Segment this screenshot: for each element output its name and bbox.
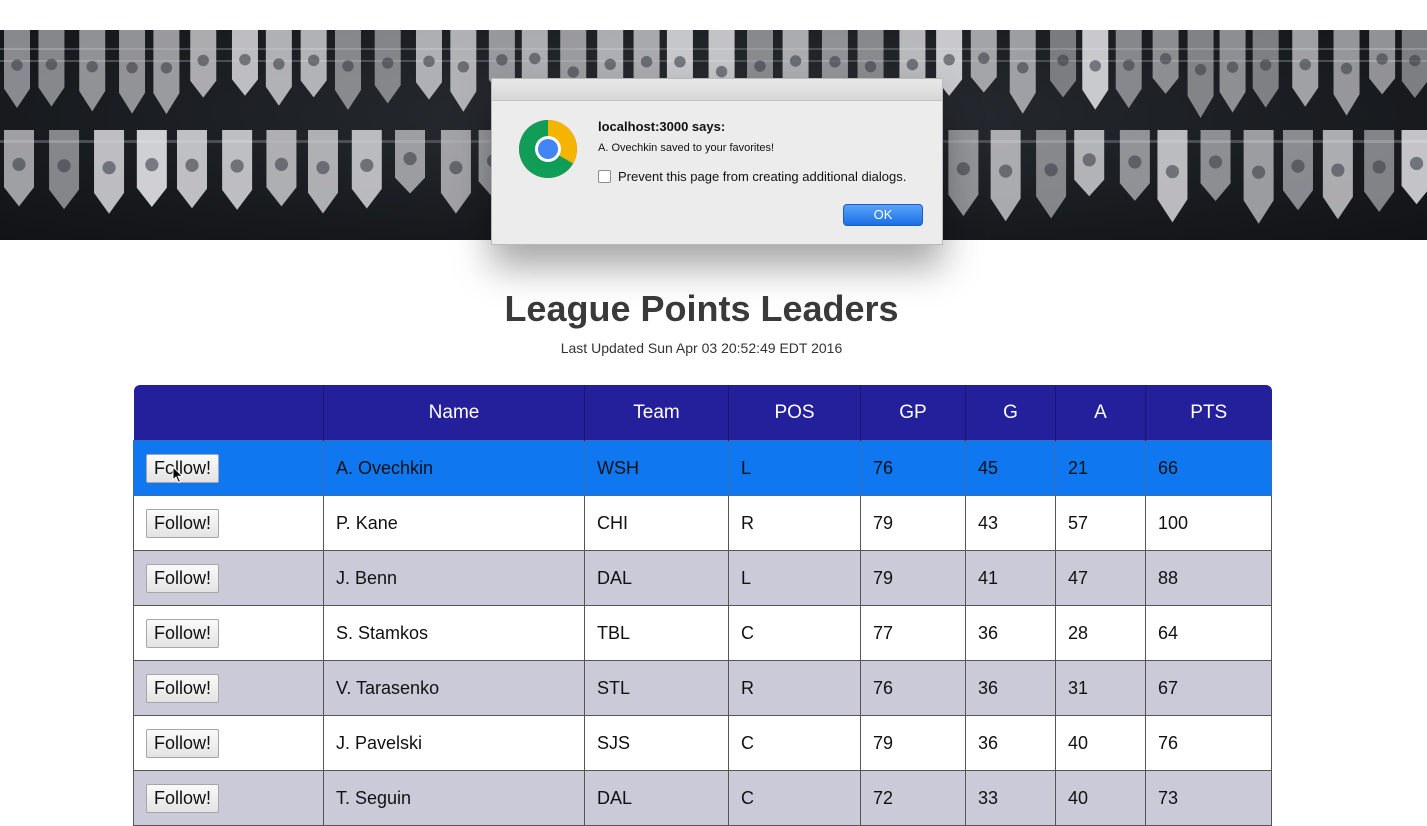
cell-a: 40 — [1055, 715, 1146, 771]
cell-g: 43 — [965, 495, 1056, 551]
cell-pos: R — [728, 495, 861, 551]
cell-g: 41 — [965, 550, 1056, 606]
follow-cell: Follow! — [133, 440, 324, 496]
table-row: Follow! V. Tarasenko STL R 76 36 31 67 — [133, 660, 1272, 716]
cell-g: 36 — [965, 605, 1056, 661]
cell-gp: 79 — [860, 495, 966, 551]
table-row: Follow! P. Kane CHI R 79 43 57 100 — [133, 495, 1272, 551]
cell-gp: 72 — [860, 770, 966, 826]
follow-cell: Follow! — [133, 770, 324, 826]
cell-pos: R — [728, 660, 861, 716]
cell-team: CHI — [584, 495, 729, 551]
cell-g: 45 — [965, 440, 1056, 496]
column-header-team[interactable]: Team — [584, 385, 729, 441]
cell-pts: 88 — [1145, 550, 1272, 606]
dialog-titlebar[interactable] — [492, 79, 942, 101]
alert-dialog: localhost:3000 says: A. Ovechkin saved t… — [491, 78, 943, 245]
follow-cell: Follow! — [133, 495, 324, 551]
cell-pts: 73 — [1145, 770, 1272, 826]
cell-gp: 79 — [860, 715, 966, 771]
cell-team: STL — [584, 660, 729, 716]
follow-button[interactable]: Follow! — [146, 508, 220, 538]
cell-pos: C — [728, 715, 861, 771]
cell-gp: 76 — [860, 660, 966, 716]
table-row: Follow! J. Benn DAL L 79 41 47 88 — [133, 550, 1272, 606]
cell-a: 28 — [1055, 605, 1146, 661]
cell-gp: 76 — [860, 440, 966, 496]
table-row: Follow! A. Ovechkin WSH L 76 45 21 66 — [133, 440, 1272, 496]
cell-pos: L — [728, 550, 861, 606]
cell-gp: 77 — [860, 605, 966, 661]
prevent-dialogs-label: Prevent this page from creating addition… — [618, 169, 907, 184]
cell-a: 57 — [1055, 495, 1146, 551]
cell-pts: 67 — [1145, 660, 1272, 716]
column-header-gp[interactable]: GP — [860, 385, 966, 441]
cell-a: 40 — [1055, 770, 1146, 826]
dialog-origin-text: localhost:3000 says: — [598, 119, 726, 134]
cell-name: S. Stamkos — [323, 605, 585, 661]
column-header-g[interactable]: G — [965, 385, 1056, 441]
cell-name: J. Pavelski — [323, 715, 585, 771]
cell-gp: 79 — [860, 550, 966, 606]
column-header-name[interactable]: Name — [323, 385, 585, 441]
cell-name: T. Seguin — [323, 770, 585, 826]
cell-a: 47 — [1055, 550, 1146, 606]
cell-team: WSH — [584, 440, 729, 496]
cell-name: P. Kane — [323, 495, 585, 551]
cell-name: J. Benn — [323, 550, 585, 606]
cell-pts: 76 — [1145, 715, 1272, 771]
last-updated-text: Last Updated Sun Apr 03 20:52:49 EDT 201… — [560, 340, 843, 356]
column-header-pos[interactable]: POS — [728, 385, 861, 441]
cell-pos: L — [728, 440, 861, 496]
leaders-table-container: Name Team POS GP G A PTS Follow! A. Ovech… — [133, 385, 1272, 826]
follow-cell: Follow! — [133, 605, 324, 661]
cell-team: DAL — [584, 550, 729, 606]
cell-pts: 64 — [1145, 605, 1272, 661]
cell-pts: 100 — [1145, 495, 1272, 551]
cell-g: 33 — [965, 770, 1056, 826]
leaders-table: Name Team POS GP G A PTS Follow! A. Ovech… — [133, 385, 1272, 826]
cell-name: V. Tarasenko — [323, 660, 585, 716]
follow-button[interactable]: Follow! — [146, 673, 220, 703]
cell-team: SJS — [584, 715, 729, 771]
cell-team: TBL — [584, 605, 729, 661]
column-header-a[interactable]: A — [1055, 385, 1146, 441]
cell-a: 21 — [1055, 440, 1146, 496]
mouse-cursor-icon — [172, 466, 184, 484]
table-row: Follow! S. Stamkos TBL C 77 36 28 64 — [133, 605, 1272, 661]
page-title: League Points Leaders — [504, 288, 899, 329]
cell-g: 36 — [965, 660, 1056, 716]
column-header-follow — [133, 385, 324, 441]
table-body: Follow! A. Ovechkin WSH L 76 45 21 66 Follow! P. … — [133, 440, 1272, 826]
follow-button[interactable]: Follow! — [146, 728, 220, 758]
follow-cell: Follow! — [133, 550, 324, 606]
follow-button[interactable]: Follow! — [146, 618, 220, 648]
ok-button[interactable]: OK — [843, 204, 923, 226]
column-header-pts[interactable]: PTS — [1145, 385, 1272, 441]
table-row: Follow! T. Seguin DAL C 72 33 40 73 — [133, 770, 1272, 826]
follow-button[interactable]: Follow! — [146, 783, 220, 813]
cell-g: 36 — [965, 715, 1056, 771]
prevent-dialogs-checkbox[interactable] — [598, 170, 611, 183]
cell-pts: 66 — [1145, 440, 1272, 496]
cell-a: 31 — [1055, 660, 1146, 716]
dialog-message: A. Ovechkin saved to your favorites! — [598, 142, 775, 154]
prevent-dialogs-option[interactable]: Prevent this page from creating addition… — [598, 169, 906, 184]
cell-pos: C — [728, 605, 861, 661]
chrome-logo-icon — [519, 120, 577, 178]
cell-pos: C — [728, 770, 861, 826]
table-row: Follow! J. Pavelski SJS C 79 36 40 76 — [133, 715, 1272, 771]
follow-cell: Follow! — [133, 660, 324, 716]
table-header-row: Name Team POS GP G A PTS — [133, 385, 1272, 441]
follow-cell: Follow! — [133, 715, 324, 771]
cell-name: A. Ovechkin — [323, 440, 585, 496]
follow-button[interactable]: Follow! — [146, 563, 220, 593]
cell-team: DAL — [584, 770, 729, 826]
